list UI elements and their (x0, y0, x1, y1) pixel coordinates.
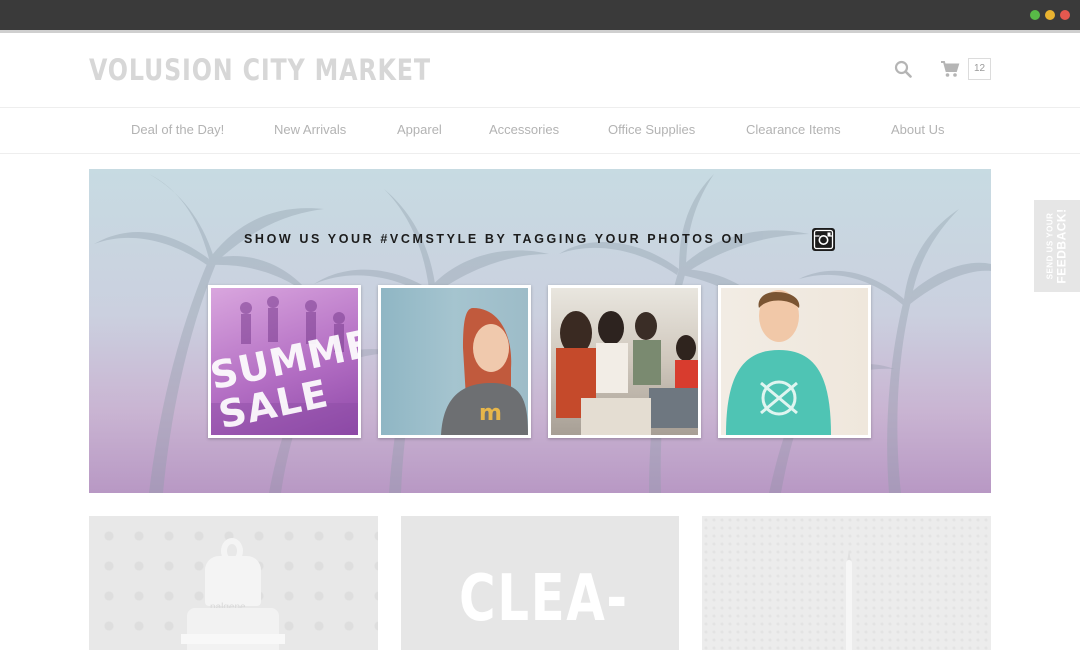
tile-water-bottle[interactable]: nalgene (89, 516, 378, 650)
banner-heading: SHOW US YOUR #VCMSTYLE BY TAGGING YOUR P… (244, 232, 746, 246)
nav-item-clearance-items[interactable]: Clearance Items (746, 122, 841, 137)
cart-icon[interactable] (940, 60, 960, 78)
instagram-icon[interactable] (812, 228, 835, 251)
browser-titlebar (0, 0, 1080, 33)
bottle-cap (205, 556, 261, 606)
tile-clearance[interactable]: CLEA- (401, 516, 679, 650)
nav-item-office-supplies[interactable]: Office Supplies (608, 122, 695, 137)
nav-item-new-arrivals[interactable]: New Arrivals (274, 122, 346, 137)
feedback-line2: FEEDBACK! (1054, 208, 1069, 284)
nav-item-deal-of-the-day[interactable]: Deal of the Day! (131, 122, 224, 137)
site-logo[interactable]: VOLUSION CITY MARKET (89, 53, 431, 87)
man-figure (726, 290, 831, 435)
bottle-band (181, 634, 285, 644)
nav-item-accessories[interactable]: Accessories (489, 122, 559, 137)
feedback-label: SEND US YOUR FEEDBACK! (1046, 208, 1069, 283)
svg-text:m: m (479, 401, 502, 426)
instagram-photo-woman[interactable]: m (378, 285, 531, 438)
instagram-photo-summer-sale[interactable]: SUMMER SALE (208, 285, 361, 438)
nav-item-apparel[interactable]: Apparel (397, 122, 442, 137)
window-minimize-button[interactable] (1030, 10, 1040, 20)
people-at-table-figures (556, 311, 698, 435)
pen-body (846, 560, 852, 650)
search-icon[interactable] (894, 60, 912, 78)
site-header: VOLUSION CITY MARKET 12 (0, 33, 1080, 108)
main-nav: Deal of the Day! New Arrivals Apparel Ac… (0, 108, 1080, 154)
instagram-photo-man-green-shirt[interactable] (718, 285, 871, 438)
window-zoom-button[interactable] (1045, 10, 1055, 20)
feedback-tab[interactable]: SEND US YOUR FEEDBACK! (1034, 200, 1080, 292)
instagram-photo-people-at-table[interactable] (548, 285, 701, 438)
feedback-line1: SEND US YOUR (1045, 212, 1055, 280)
tile-pen[interactable] (702, 516, 991, 650)
window-close-button[interactable] (1060, 10, 1070, 20)
woman-figure: m (441, 308, 528, 435)
clearance-text: CLEA- (459, 562, 629, 636)
nav-item-about-us[interactable]: About Us (891, 122, 944, 137)
instagram-banner: SHOW US YOUR #VCMSTYLE BY TAGGING YOUR P… (89, 169, 991, 493)
cart-count-badge[interactable]: 12 (968, 58, 991, 80)
